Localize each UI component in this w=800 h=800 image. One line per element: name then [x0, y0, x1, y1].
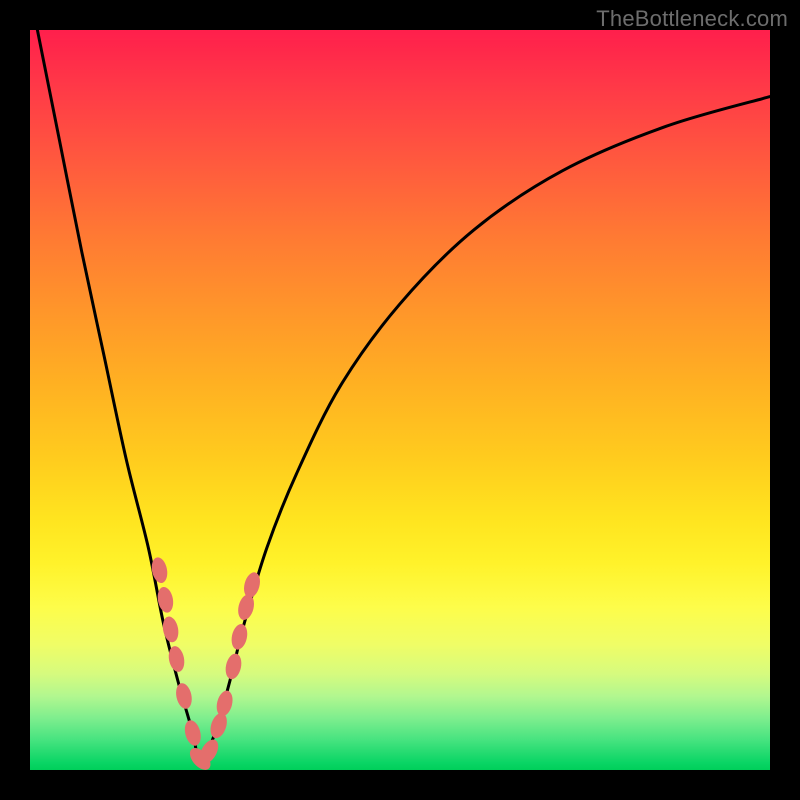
marker-dot: [236, 593, 257, 622]
bottleneck-curve: [37, 30, 770, 763]
plot-area: [30, 30, 770, 770]
highlighted-points: [150, 556, 263, 774]
marker-dot: [156, 586, 176, 614]
marker-dot: [223, 652, 243, 681]
chart-frame: TheBottleneck.com: [0, 0, 800, 800]
marker-dot: [208, 711, 230, 740]
bottleneck-curve-path: [37, 30, 770, 763]
marker-dot: [174, 682, 194, 711]
curve-layer: [30, 30, 770, 770]
marker-dot: [182, 719, 203, 748]
watermark-text: TheBottleneck.com: [596, 6, 788, 32]
marker-dot: [214, 689, 235, 718]
marker-dot: [229, 623, 249, 652]
